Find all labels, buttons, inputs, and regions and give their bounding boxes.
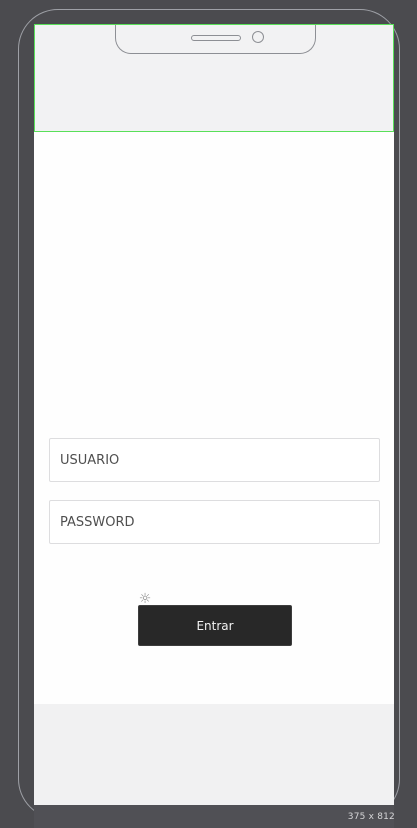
device-notch	[115, 25, 316, 54]
camera-icon	[252, 31, 264, 43]
username-input[interactable]	[49, 438, 380, 482]
submit-button[interactable]: Entrar	[138, 605, 292, 646]
design-canvas: ☼ Entrar 375 x 812	[0, 0, 417, 828]
footer-area	[34, 704, 394, 805]
password-input[interactable]	[49, 500, 380, 544]
phone-screen: ☼ Entrar	[34, 24, 394, 805]
canvas-size-label: 375 x 812	[347, 812, 395, 822]
bottom-bar	[34, 805, 394, 828]
speaker-icon	[191, 35, 241, 41]
header-area	[34, 24, 394, 132]
